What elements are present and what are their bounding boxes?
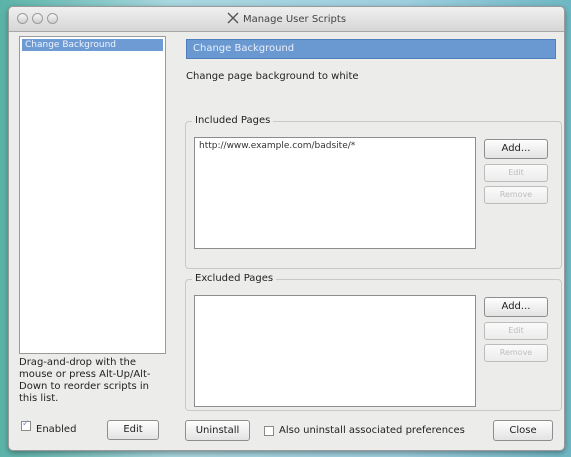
window-title: Manage User Scripts [9, 12, 564, 25]
reorder-hint: Drag-and-drop with the mouse or press Al… [19, 357, 151, 404]
close-button[interactable]: Close [493, 420, 553, 441]
included-page-item[interactable]: http://www.example.com/badsite/* [195, 138, 475, 154]
excluded-pages-group: Excluded Pages Add... Edit Remove [185, 273, 562, 411]
also-uninstall-label: Also uninstall associated preferences [279, 425, 465, 436]
script-description: Change page background to white [186, 71, 359, 82]
excluded-pages-label: Excluded Pages [192, 273, 277, 284]
window-title-text: Manage User Scripts [242, 14, 347, 25]
included-add-button[interactable]: Add... [484, 139, 548, 159]
script-list[interactable]: Change Background [19, 36, 166, 354]
included-edit-button[interactable]: Edit [484, 164, 548, 182]
excluded-remove-button[interactable]: Remove [484, 344, 548, 362]
app-icon [227, 12, 239, 24]
excluded-add-button[interactable]: Add... [484, 297, 548, 317]
enabled-checkbox[interactable] [21, 419, 31, 431]
enabled-label: Enabled [36, 424, 77, 435]
script-list-item-change-background[interactable]: Change Background [22, 39, 163, 51]
included-pages-label: Included Pages [192, 115, 274, 126]
excluded-edit-button[interactable]: Edit [484, 322, 548, 340]
script-name-field[interactable]: Change Background [186, 39, 556, 59]
title-bar[interactable]: Manage User Scripts [9, 7, 564, 32]
uninstall-button[interactable]: Uninstall [185, 420, 250, 441]
excluded-pages-list[interactable] [194, 295, 476, 407]
included-pages-group: Included Pages http://www.example.com/ba… [185, 115, 562, 269]
included-pages-list[interactable]: http://www.example.com/badsite/* [194, 137, 476, 249]
edit-script-button[interactable]: Edit [107, 420, 159, 440]
included-remove-button[interactable]: Remove [484, 186, 548, 204]
also-uninstall-checkbox[interactable] [264, 426, 274, 436]
manage-user-scripts-window: Manage User Scripts Change Background Dr… [8, 6, 565, 451]
